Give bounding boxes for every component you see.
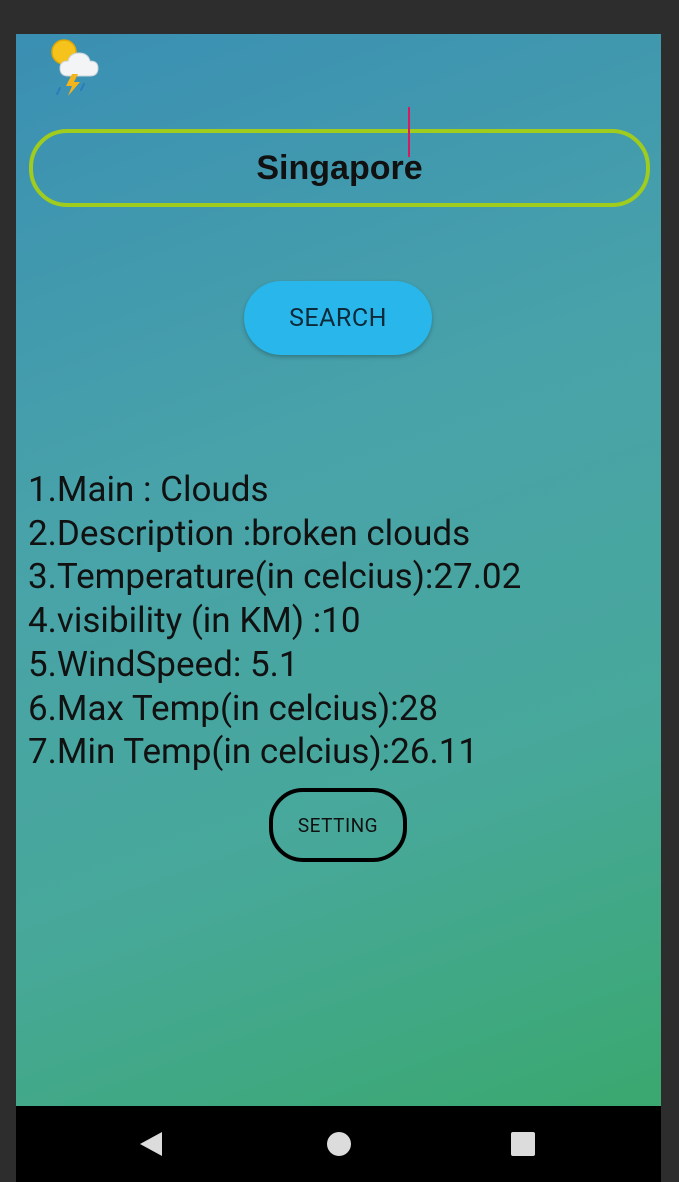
- result-min-temp: 7.Min Temp(in celcius):26.11: [28, 731, 479, 773]
- result-visibility: 4.visibility (in KM) :10: [28, 600, 361, 642]
- result-temperature: 3.Temperature(in celcius):27.02: [28, 556, 522, 598]
- result-main: 1.Main : Clouds: [28, 469, 269, 510]
- search-button[interactable]: SEARCH: [244, 281, 432, 355]
- weather-storm-icon: [51, 39, 99, 96]
- result-max-temp: 6.Max Temp(in celcius):28: [28, 687, 439, 729]
- device-frame: SEARCH 1.Main : Clouds 2.Description :br…: [0, 0, 679, 1182]
- result-windspeed: 5.WindSpeed: 5.1: [28, 643, 299, 685]
- android-nav-bar: [16, 1106, 661, 1182]
- home-circle-icon[interactable]: [327, 1132, 351, 1156]
- back-triangle-icon[interactable]: [140, 1132, 162, 1156]
- text-caret: [408, 107, 410, 157]
- result-description: 2.Description :broken clouds: [28, 512, 471, 554]
- recent-apps-square-icon[interactable]: [511, 1132, 535, 1156]
- app-screen: SEARCH 1.Main : Clouds 2.Description :br…: [16, 34, 661, 1106]
- weather-results: 1.Main : Clouds 2.Description :broken cl…: [28, 468, 648, 774]
- setting-button[interactable]: SETTING: [269, 788, 407, 862]
- city-search-input[interactable]: [29, 129, 650, 207]
